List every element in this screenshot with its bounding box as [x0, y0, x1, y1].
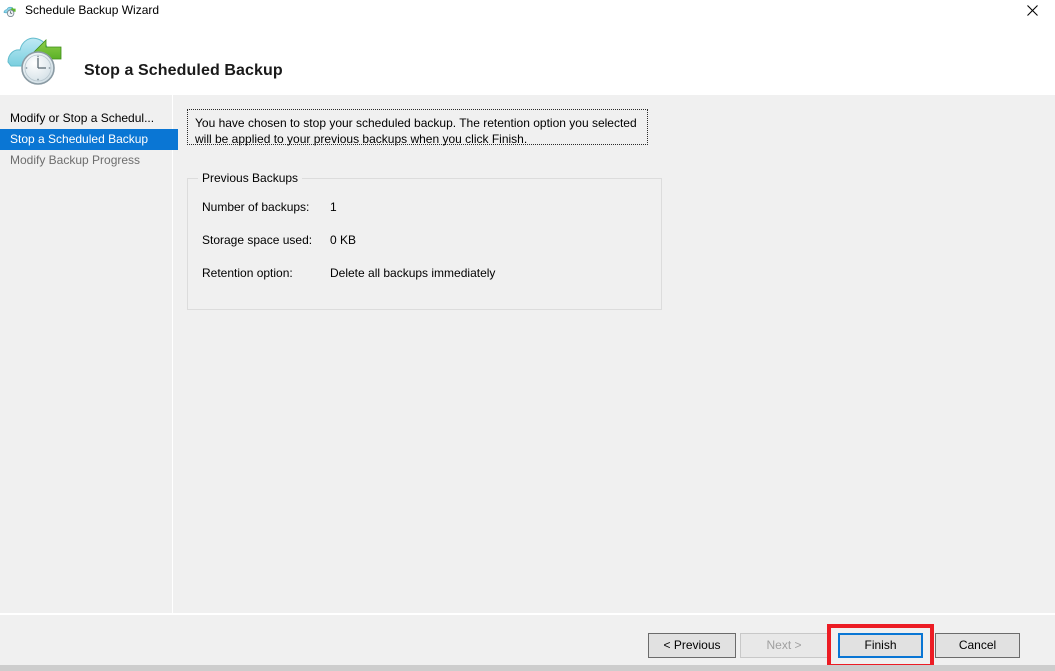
finish-button[interactable]: Finish — [838, 633, 923, 658]
sidebar-item-modify-backup-progress[interactable]: Modify Backup Progress — [0, 150, 172, 171]
window-title-bar: Schedule Backup Wizard — [0, 0, 1055, 21]
sidebar-item-stop-a-scheduled-backup[interactable]: Stop a Scheduled Backup — [0, 129, 178, 150]
close-icon[interactable] — [1010, 0, 1055, 21]
cloud-clock-large-icon — [6, 28, 74, 88]
window-bottom-strip — [0, 665, 1055, 671]
wizard-sidebar: Modify or Stop a Schedul... Stop a Sched… — [0, 95, 172, 613]
window-title-text: Schedule Backup Wizard — [25, 0, 159, 21]
label-retention-option: Retention option: — [202, 266, 330, 280]
row-number-of-backups: Number of backups:1 — [202, 200, 337, 214]
previous-backups-group-label: Previous Backups — [198, 171, 302, 185]
label-storage-space-used: Storage space used: — [202, 233, 330, 247]
row-retention-option: Retention option:Delete all backups imme… — [202, 266, 495, 280]
value-number-of-backups: 1 — [330, 200, 337, 214]
label-number-of-backups: Number of backups: — [202, 200, 330, 214]
page-title: Stop a Scheduled Backup — [84, 62, 283, 80]
value-storage-space-used: 0 KB — [330, 233, 356, 247]
previous-button[interactable]: < Previous — [648, 633, 736, 658]
value-retention-option: Delete all backups immediately — [330, 266, 495, 280]
cloud-clock-icon — [3, 3, 19, 19]
sidebar-item-modify-or-stop[interactable]: Modify or Stop a Schedul... — [0, 108, 172, 129]
cancel-button[interactable]: Cancel — [935, 633, 1020, 658]
info-message-box: You have chosen to stop your scheduled b… — [187, 109, 648, 145]
wizard-main-pane: You have chosen to stop your scheduled b… — [173, 95, 1055, 613]
row-storage-space-used: Storage space used:0 KB — [202, 233, 356, 247]
next-button: Next > — [740, 633, 828, 658]
wizard-header: Stop a Scheduled Backup — [0, 21, 1055, 95]
previous-backups-group: Previous Backups Number of backups:1 Sto… — [187, 178, 662, 310]
